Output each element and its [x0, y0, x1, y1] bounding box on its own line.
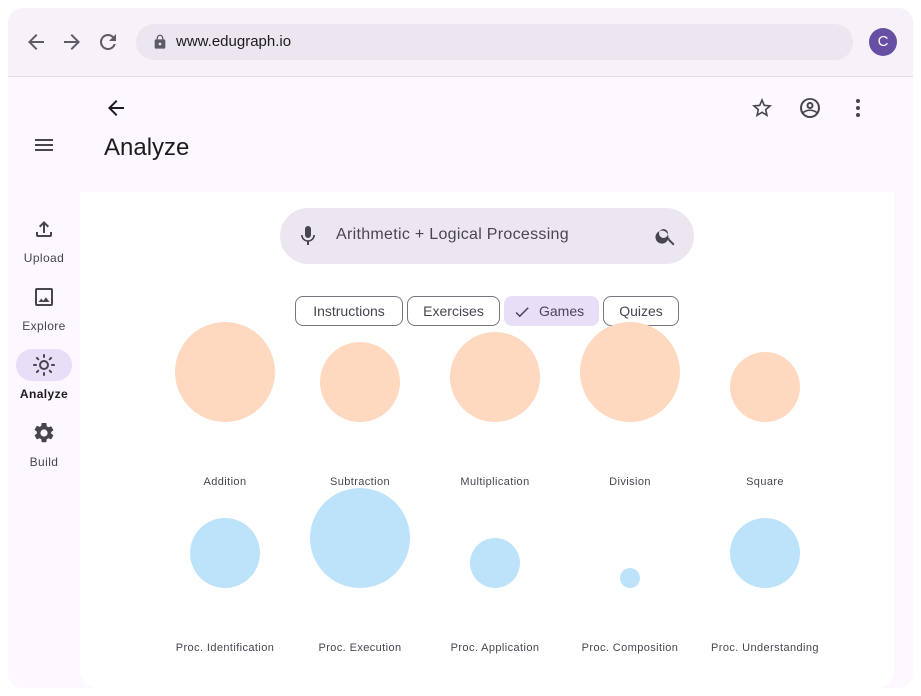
topic-bubble[interactable] [175, 322, 275, 422]
topic-bubble-label: Division [609, 476, 651, 488]
topic-bubble-label: Proc. Composition [581, 642, 679, 654]
forward-arrow-icon[interactable] [60, 30, 84, 54]
rail-item-analyze[interactable]: Analyze [8, 349, 80, 409]
topic-bubble[interactable] [320, 342, 400, 422]
filter-chip-instructions[interactable]: Instructions [295, 296, 403, 326]
topic-bubble-label: Proc. Understanding [711, 642, 819, 654]
rail-item-build[interactable]: Build [8, 417, 80, 477]
search-icon[interactable] [654, 224, 678, 248]
mic-icon[interactable] [296, 224, 320, 248]
more-vert-icon[interactable] [846, 96, 870, 120]
url-text[interactable]: www.edugraph.io [176, 33, 291, 50]
topic-bubble[interactable] [190, 518, 260, 588]
topic-bubble-label: Proc. Identification [175, 642, 275, 654]
rail-item-label: Analyze [19, 387, 69, 401]
search-input[interactable]: Arithmetic + Logical Processing [336, 226, 569, 244]
topic-bubble[interactable] [470, 538, 520, 588]
check-icon [513, 303, 531, 321]
browser-toolbar: www.edugraph.io C [8, 8, 913, 77]
topic-bubble-label: Addition [203, 476, 247, 488]
lock-icon [152, 34, 168, 50]
back-arrow-icon[interactable] [24, 30, 48, 54]
chip-label: Games [539, 303, 585, 319]
reload-icon[interactable] [96, 30, 120, 54]
topic-bubble-label: Proc. Execution [318, 642, 402, 654]
rail-item-label: Explore [22, 319, 66, 333]
topic-bubble[interactable] [620, 568, 640, 588]
filter-chip-exercises[interactable]: Exercises [407, 296, 500, 326]
topic-bubble[interactable] [730, 352, 800, 422]
chip-label: Quizes [619, 303, 663, 319]
topic-bubble[interactable] [310, 488, 410, 588]
account-circle-icon[interactable] [798, 96, 822, 120]
analysis-panel: Arithmetic + Logical Processing Instruct… [80, 192, 894, 688]
rail-item-label: Build [29, 455, 59, 469]
search-bar[interactable]: Arithmetic + Logical Processing [280, 208, 694, 264]
upload-icon [32, 217, 56, 241]
address-bar[interactable]: www.edugraph.io [136, 24, 853, 60]
chip-label: Instructions [313, 303, 385, 319]
page-title: Analyze [104, 134, 190, 161]
back-arrow-icon[interactable] [104, 96, 128, 120]
image-icon [32, 285, 56, 309]
rail-item-label: Upload [23, 251, 65, 265]
topic-bubble[interactable] [450, 332, 540, 422]
gear-icon [32, 421, 56, 445]
chip-label: Exercises [423, 303, 484, 319]
profile-avatar[interactable]: C [869, 28, 897, 56]
navigation-rail: Upload Explore Analyze Build [8, 77, 80, 688]
topic-bubble-label: Subtraction [329, 476, 391, 488]
star-icon[interactable] [750, 96, 774, 120]
filter-chip-quizes[interactable]: Quizes [603, 296, 679, 326]
filter-chip-games[interactable]: Games [504, 296, 599, 326]
topic-bubble-label: Multiplication [460, 476, 530, 488]
topic-bubble-label: Proc. Application [450, 642, 540, 654]
brightness-icon [32, 353, 56, 377]
hamburger-menu-icon[interactable] [32, 133, 56, 157]
topic-bubble-label: Square [746, 476, 784, 488]
rail-item-upload[interactable]: Upload [8, 213, 80, 273]
topic-bubble[interactable] [580, 322, 680, 422]
rail-item-explore[interactable]: Explore [8, 281, 80, 341]
topic-bubble[interactable] [730, 518, 800, 588]
browser-window: www.edugraph.io C Upload Explore Analyze… [8, 8, 913, 688]
